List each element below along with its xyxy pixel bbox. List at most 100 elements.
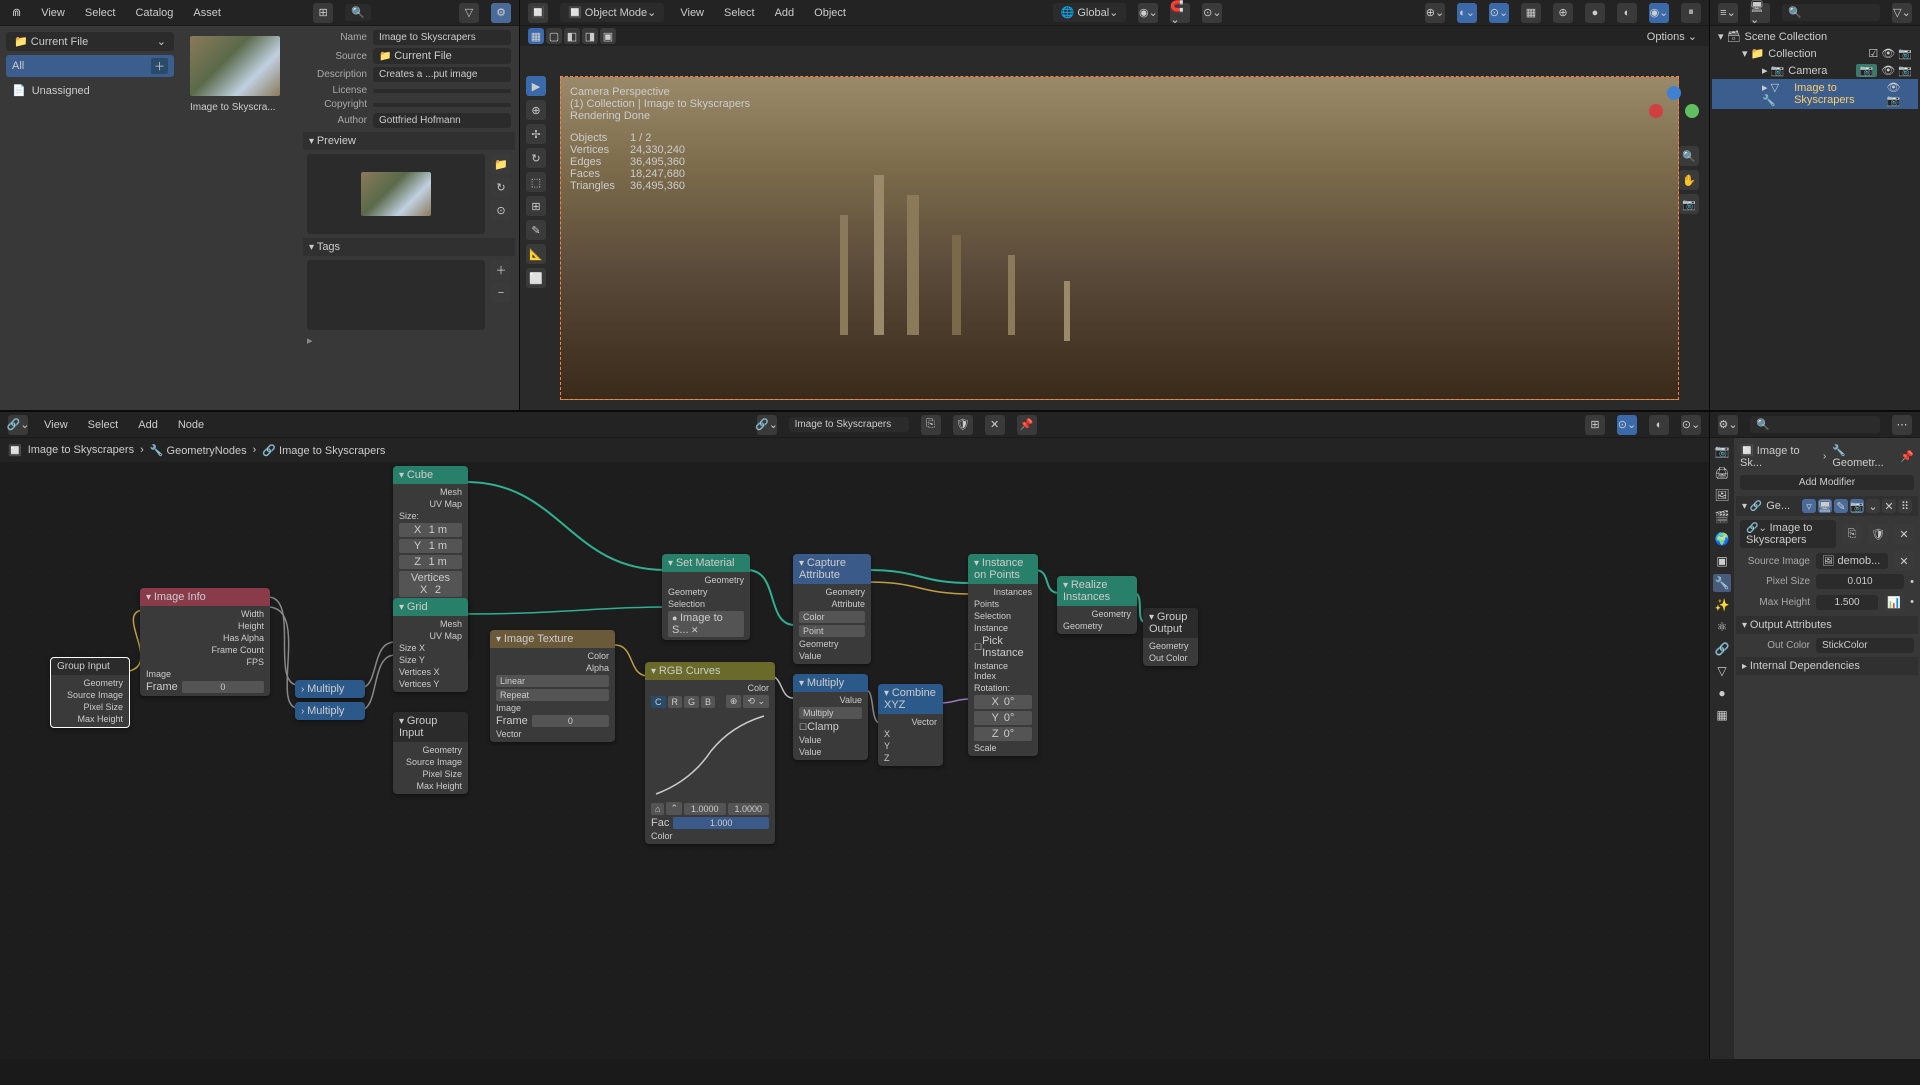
prop-copyright[interactable] (373, 103, 511, 107)
props-type-icon[interactable]: ⚙⌄ (1718, 415, 1738, 435)
node-set-material[interactable]: ▾ Set Material Geometry Geometry Selecti… (662, 554, 750, 640)
sel-subtract-icon[interactable]: ▣ (600, 28, 616, 44)
tree-camera[interactable]: ▸ 📷 Camera📷 👁 📷 (1712, 62, 1918, 79)
ne-add[interactable]: Add (134, 416, 162, 434)
pixel-size-field[interactable]: 0.010 (1816, 574, 1904, 589)
solid-shade-icon[interactable]: ● (1585, 3, 1605, 23)
nav-y-icon[interactable] (1685, 104, 1699, 118)
ne-overlay2-icon[interactable]: ⊙⌄ (1617, 415, 1637, 435)
node-image-info[interactable]: ▾ Image Info Width Height Has Alpha Fram… (140, 588, 270, 696)
ne-overlay1-icon[interactable]: ⊞ (1585, 415, 1605, 435)
tab-world-icon[interactable]: 🌍 (1713, 530, 1731, 548)
tab-object-icon[interactable]: ▣ (1713, 552, 1731, 570)
ne-view[interactable]: View (40, 416, 72, 434)
node-group-input-2[interactable]: ▾ Group Input Geometry Source Image Pixe… (393, 712, 468, 794)
vp-object[interactable]: Object (810, 4, 850, 22)
ne-copy-icon[interactable]: ⎘ (921, 415, 941, 435)
node-realize-instances[interactable]: ▾ Realize Instances Geometry Geometry (1057, 576, 1137, 634)
display-icon[interactable]: ⊞ (313, 3, 333, 23)
tab-data-icon[interactable]: ▽ (1713, 662, 1731, 680)
vp-add[interactable]: Add (771, 4, 799, 22)
out-color-field[interactable]: StickColor (1816, 638, 1914, 653)
camera-icon[interactable]: 📷 (1679, 194, 1699, 214)
ne-overlay4-icon[interactable]: ⊙⌄ (1681, 415, 1701, 435)
sel-all-icon[interactable]: ▦ (528, 28, 544, 44)
ne-close-icon[interactable]: ✕ (985, 415, 1005, 435)
mode-dropdown[interactable]: 🔲 Object Mode ⌄ (560, 3, 664, 22)
remove-tag-icon[interactable]: − (491, 283, 511, 303)
prop-name[interactable]: Image to Skyscrapers (373, 30, 511, 45)
tree-object[interactable]: ▸ ▽ 🔧 Image to Skyscrapers👁 📷 (1712, 79, 1918, 109)
ne-node[interactable]: Node (174, 416, 208, 434)
tool-cursor-icon[interactable]: ⊕ (526, 100, 546, 120)
menu-catalog[interactable]: Catalog (131, 4, 177, 22)
tab-physics-icon[interactable]: ⚛ (1713, 618, 1731, 636)
tags-header[interactable]: ▾ Tags (303, 238, 515, 256)
tab-material-icon[interactable]: ● (1713, 684, 1731, 702)
tab-particle-icon[interactable]: ✨ (1713, 596, 1731, 614)
crumb-3[interactable]: 🔗 Image to Skyscrapers (262, 444, 385, 457)
viewport-canvas[interactable]: ▶ ⊕ ✢ ↻ ⬚ ⊞ ✎ 📐 ⬜ 🔍 ✋ 📷 Camera Perspecti… (520, 46, 1709, 410)
tab-modifier-icon[interactable]: 🔧 (1713, 574, 1731, 592)
sel-intersect-icon[interactable]: ◨ (582, 28, 598, 44)
outliner-type-icon[interactable]: ≡⌄ (1718, 3, 1738, 23)
crumb-1[interactable]: Image to Skyscrapers (28, 444, 134, 456)
node-tree-field[interactable]: 🔗⌄ Image to Skyscrapers (1740, 520, 1836, 548)
node-multiply-2[interactable]: › Multiply (295, 702, 365, 720)
props-pin-icon[interactable]: 📌 (1900, 450, 1914, 463)
preview-header[interactable]: ▾ Preview (303, 132, 515, 150)
node-tree-name[interactable]: Image to Skyscrapers (789, 417, 909, 432)
orientation-dropdown[interactable]: 🌐 Global ⌄ (1053, 3, 1127, 22)
vp-view[interactable]: View (676, 4, 708, 22)
overlay-icon[interactable]: ◐⌄ (1457, 3, 1477, 23)
tab-output-icon[interactable]: 🖨 (1713, 464, 1731, 482)
props-search[interactable]: 🔍 (1750, 416, 1880, 433)
snap-icon[interactable]: ◉⌄ (1138, 3, 1158, 23)
tool-measure-icon[interactable]: 📐 (526, 244, 546, 264)
xray-icon[interactable]: ▦ (1521, 3, 1541, 23)
options-dropdown[interactable]: Options ⌄ (1643, 27, 1701, 46)
prop-desc[interactable]: Creates a ...put image (373, 67, 511, 82)
matprev-shade-icon[interactable]: ◐ (1617, 3, 1637, 23)
tool-scale-icon[interactable]: ⬚ (526, 172, 546, 192)
tab-constraint-icon[interactable]: 🔗 (1713, 640, 1731, 658)
node-combine-xyz[interactable]: ▾ Combine XYZ Vector X Y Z (878, 684, 943, 766)
magnet-icon[interactable]: 🧲⌄ (1170, 3, 1190, 23)
pause-icon[interactable]: ⏸ (1681, 3, 1701, 23)
gizmo-icon[interactable]: ⊕⌄ (1425, 3, 1445, 23)
prop-source[interactable]: 📁 Current File (373, 48, 511, 64)
prop-license[interactable] (373, 89, 511, 93)
add-tag-icon[interactable]: ＋ (491, 260, 511, 280)
editor-type-icon[interactable]: 🔲 (528, 3, 548, 23)
folder-icon[interactable]: 📁 (491, 154, 511, 174)
refresh-icon[interactable]: ↻ (491, 177, 511, 197)
nav-x-icon[interactable] (1649, 104, 1663, 118)
filter-icon[interactable]: ▽ (459, 3, 479, 23)
tool-annotate-icon[interactable]: ✎ (526, 220, 546, 240)
rendered-shade-icon[interactable]: ◉⌄ (1649, 3, 1669, 23)
catalog-all[interactable]: All＋ (6, 55, 174, 77)
node-grid[interactable]: ▾ Grid Mesh UV Map Size X Size Y Vertice… (393, 598, 468, 692)
tool-select-icon[interactable]: ▶ (526, 76, 546, 96)
wire-shade-icon[interactable]: ⊕ (1553, 3, 1573, 23)
output-attr-header[interactable]: ▾ Output Attributes (1736, 616, 1918, 634)
library-dropdown[interactable]: 📁 Current File⌄ (6, 32, 174, 51)
asset-search[interactable]: 🔍 (345, 4, 371, 21)
render-icon[interactable]: ⊙ (491, 200, 511, 220)
tab-render-icon[interactable]: 📷 (1713, 442, 1731, 460)
add-modifier-button[interactable]: Add Modifier (1740, 475, 1914, 490)
tool-move-icon[interactable]: ✢ (526, 124, 546, 144)
node-instance-on-points[interactable]: ▾ Instance on Points Instances Points Se… (968, 554, 1038, 756)
asset-thumbnail[interactable] (190, 36, 280, 96)
props-options-icon[interactable]: ⋯ (1892, 415, 1912, 435)
node-rgb-curves[interactable]: ▾ RGB Curves Color C R G B ⊕ ⟲ ⌄ ⌂⌃ 1.00… (645, 662, 775, 844)
outliner-filter-icon[interactable]: ▽⌄ (1892, 3, 1912, 23)
node-capture-attribute[interactable]: ▾ Capture Attribute Geometry Attribute C… (793, 554, 871, 664)
tool-addcube-icon[interactable]: ⬜ (526, 268, 546, 288)
tab-texture-icon[interactable]: ▦ (1713, 706, 1731, 724)
ne-pin-icon[interactable]: 📌 (1017, 415, 1037, 435)
nav-z-icon[interactable] (1667, 86, 1681, 100)
tree-scene[interactable]: ▾ 🗃 Scene Collection (1712, 28, 1918, 45)
tab-viewlayer-icon[interactable]: 🖼 (1713, 486, 1731, 504)
node-multiply-1[interactable]: › Multiply (295, 680, 365, 698)
